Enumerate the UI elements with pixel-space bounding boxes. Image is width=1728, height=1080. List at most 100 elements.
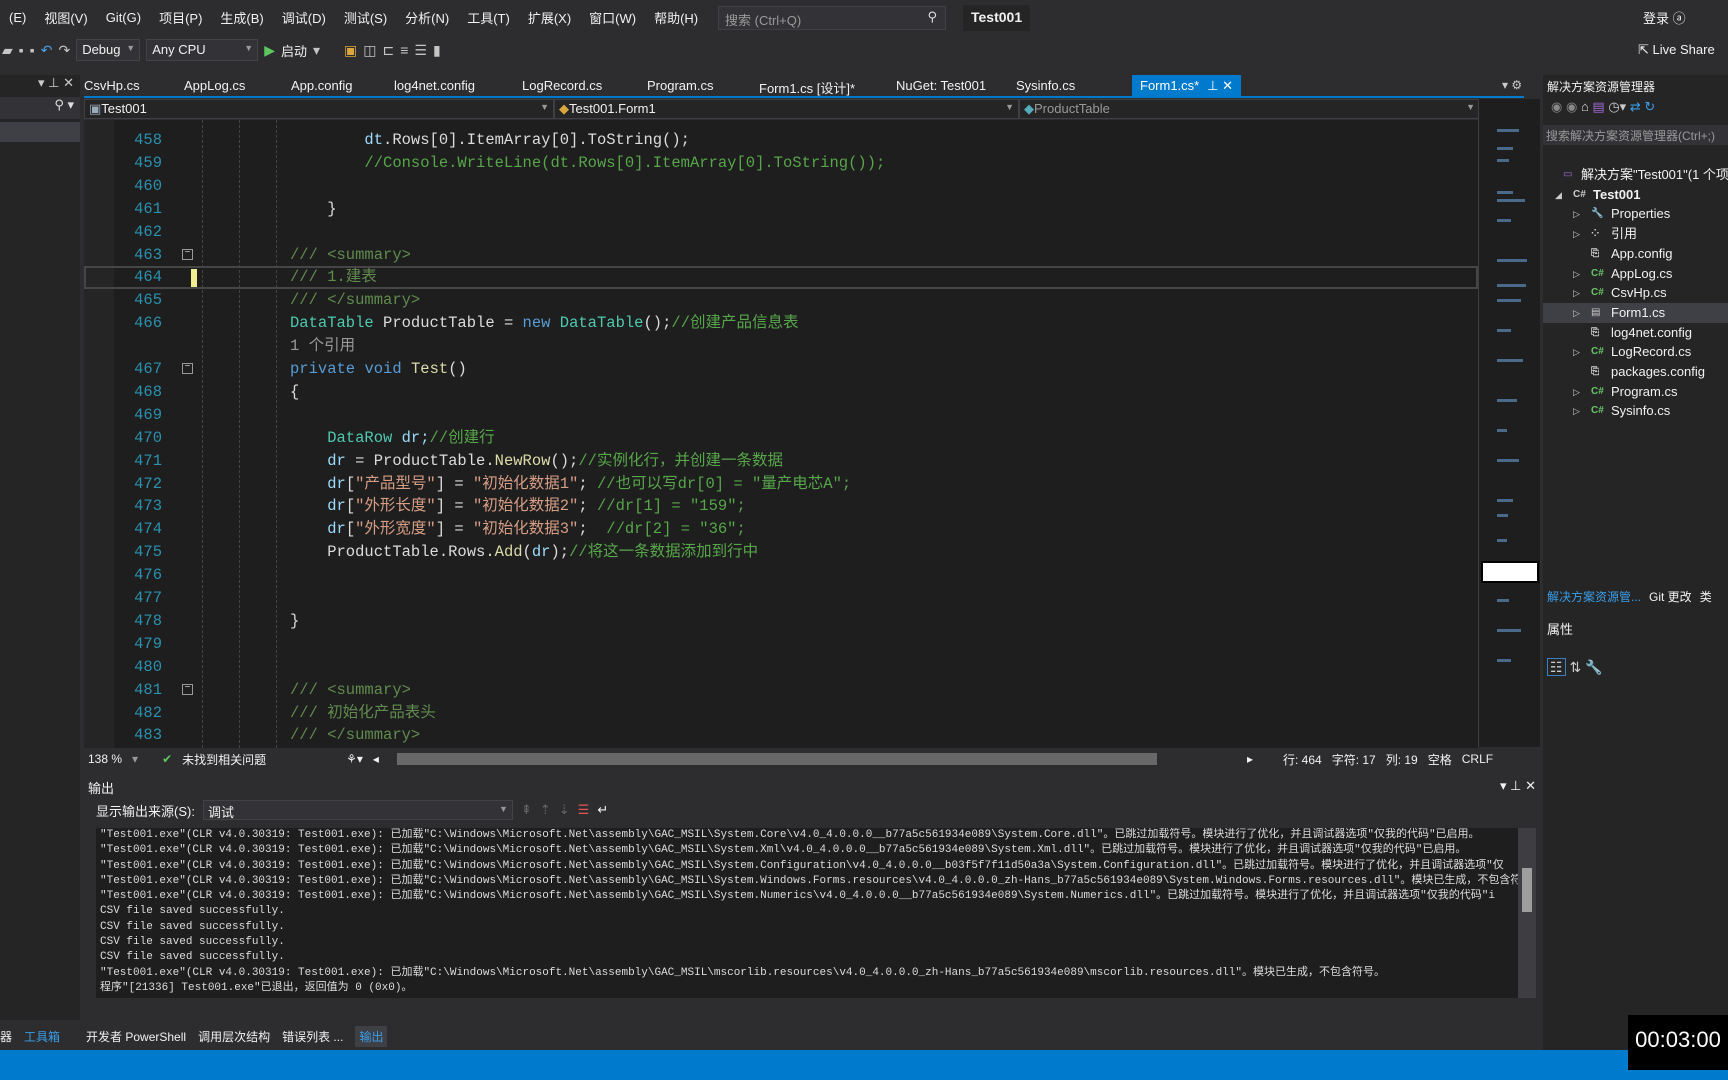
undo-icon[interactable]: ↶ — [41, 42, 53, 59]
menu-item[interactable]: 扩展(X) — [519, 8, 580, 27]
sign-in-button[interactable]: 登录 ⓐ — [1643, 8, 1686, 27]
collapse-icon[interactable]: − — [182, 683, 193, 695]
expand-icon[interactable]: ▷ — [1573, 224, 1580, 244]
project-dropdown[interactable]: ▣Test001 ▼ — [84, 99, 554, 119]
tree-item[interactable]: ▷ 🔧 Properties — [1543, 204, 1728, 224]
live-share-button[interactable]: ⇱ Live Share — [1638, 42, 1715, 58]
panel-controls[interactable]: ▾ ⊥ ✕ — [1500, 778, 1536, 796]
bottom-tab[interactable]: 错误列表 ... — [282, 1028, 343, 1045]
menu-item[interactable]: 生成(B) — [211, 8, 272, 27]
collapse-icon[interactable]: − — [182, 248, 193, 260]
tab-close-controls[interactable]: ⊥ ✕ — [1207, 75, 1242, 96]
expand-icon[interactable]: ▷ — [1573, 264, 1580, 284]
menu-item[interactable]: 分析(N) — [396, 8, 458, 27]
start-button[interactable]: 启动 — [281, 41, 307, 60]
panel-tab[interactable]: 类 — [1700, 588, 1712, 605]
menu-item[interactable]: 视图(V) — [35, 8, 96, 27]
expand-icon[interactable]: ▷ — [1573, 303, 1580, 323]
menu-item[interactable]: 项目(P) — [150, 8, 211, 27]
refresh-icon[interactable]: ↻ — [1644, 99, 1655, 114]
tab-document[interactable]: Program.cs — [647, 75, 759, 96]
line-ending[interactable]: CRLF — [1462, 752, 1493, 766]
expand-icon[interactable]: ▷ — [1573, 401, 1580, 421]
tab-document[interactable]: CsvHp.cs — [84, 75, 184, 96]
tree-item[interactable]: ▷ C# Sysinfo.cs — [1543, 401, 1728, 421]
tree-item[interactable]: ▷ C# Program.cs — [1543, 382, 1728, 402]
home-icon[interactable]: ⌂ — [1581, 99, 1589, 114]
tree-item[interactable]: ⎘ App.config — [1543, 244, 1728, 264]
property-pages-icon[interactable]: 🔧 — [1585, 659, 1602, 675]
clear-all-icon[interactable]: ☰ — [578, 802, 590, 818]
sort-alpha-icon[interactable]: ⇅ — [1569, 659, 1581, 675]
editor-vertical-scrollbar[interactable] — [1478, 99, 1540, 747]
menu-item[interactable]: 窗口(W) — [580, 8, 645, 27]
chevron-down-icon[interactable]: ▾ — [132, 752, 138, 766]
comment-icon[interactable]: ☰ — [414, 42, 427, 59]
menu-item[interactable]: 调试(D) — [273, 8, 335, 27]
switch-view-icon[interactable]: ▤ — [1592, 99, 1604, 114]
history-icon[interactable]: ◷▾ — [1608, 99, 1626, 114]
bottom-tab-left[interactable]: 工具箱 — [24, 1028, 60, 1045]
code-editor[interactable]: 458 dt.Rows[0].ItemArray[0].ToString(); 4… — [84, 120, 1478, 748]
menu-item[interactable]: 帮助(H) — [645, 8, 707, 27]
tree-item[interactable]: ▷ ▤ Form1.cs — [1543, 302, 1728, 323]
tree-item[interactable]: ▷ ⁘ 引用 — [1543, 224, 1728, 244]
expand-icon[interactable]: ▷ — [1573, 283, 1580, 303]
tab-document[interactable]: App.config — [291, 75, 394, 96]
find-message-icon[interactable]: ⇞ — [521, 802, 532, 818]
browser-icon[interactable]: ◫ — [363, 42, 376, 59]
indent-icon[interactable]: ≡ — [400, 42, 408, 58]
tab-document[interactable]: NuGet: Test001 — [896, 75, 1016, 96]
indent-mode[interactable]: 空格 — [1428, 751, 1452, 768]
menu-item[interactable]: 测试(S) — [335, 8, 396, 27]
bottom-tab[interactable]: 输出 — [355, 1025, 388, 1047]
output-text[interactable]: "Test001.exe"(CLR v4.0.30319: Test001.ex… — [96, 828, 1518, 998]
save-all-icon[interactable]: ▪ — [30, 42, 35, 58]
chevron-down-icon[interactable]: ▾ — [313, 42, 320, 59]
tree-item[interactable]: ⎘ log4net.config — [1543, 323, 1728, 343]
bottom-tab[interactable]: 调用层次结构 — [198, 1028, 270, 1045]
zoom-level[interactable]: 138 % — [88, 752, 122, 766]
back-icon[interactable]: ◉ — [1551, 99, 1562, 114]
tree-item[interactable]: ◢ C# Test001 — [1543, 185, 1728, 205]
play-icon[interactable]: ▶ — [264, 42, 275, 59]
categorized-icon[interactable]: ☷ — [1547, 658, 1566, 676]
menu-item[interactable]: Git(G) — [97, 10, 150, 25]
save-icon[interactable]: ▪ — [19, 42, 24, 58]
output-source-dropdown[interactable]: 调试 ▼ — [202, 800, 513, 820]
redo-icon[interactable]: ↷ — [58, 42, 70, 59]
class-dropdown[interactable]: ◆Test001.Form1 ▼ — [554, 99, 1019, 119]
solution-search-input[interactable]: 搜索解决方案资源管理器(Ctrl+;) — [1543, 125, 1728, 145]
scrollbar-thumb[interactable] — [1522, 868, 1532, 912]
editor-horizontal-scrollbar[interactable] — [396, 753, 1157, 765]
expand-icon[interactable]: ▷ — [1573, 342, 1580, 362]
expand-icon[interactable]: ▷ — [1573, 382, 1580, 402]
collapse-icon[interactable]: − — [182, 363, 193, 374]
tree-item[interactable]: ▷ C# LogRecord.cs — [1543, 342, 1728, 362]
tree-item[interactable]: ▭ 解决方案"Test001"(1 个项 — [1543, 165, 1728, 185]
platform-dropdown[interactable]: Any CPU ▼ — [146, 39, 259, 61]
sync-icon[interactable]: ⇄ — [1630, 99, 1641, 114]
minimap-viewport[interactable] — [1481, 561, 1539, 583]
tab-document[interactable]: LogRecord.cs — [522, 75, 647, 96]
tab-document[interactable]: AppLog.cs — [184, 75, 291, 96]
menu-item[interactable]: 工具(T) — [458, 8, 519, 27]
step-icon[interactable]: ⊏ — [382, 42, 394, 59]
next-message-icon[interactable]: ⇣ — [559, 802, 570, 818]
tree-item[interactable]: ▷ C# AppLog.cs — [1543, 264, 1728, 284]
menu-item[interactable]: (E) — [0, 10, 35, 25]
scroll-left-icon[interactable]: ◂ — [373, 752, 379, 766]
previous-message-icon[interactable]: ⇡ — [540, 802, 551, 818]
panel-tab[interactable]: 解决方案资源管... — [1547, 588, 1641, 605]
word-wrap-icon[interactable]: ↵ — [597, 802, 608, 818]
tab-document[interactable]: log4net.config — [394, 75, 522, 96]
expand-icon[interactable]: ▷ — [1573, 204, 1580, 224]
tree-item[interactable]: ▷ C# CsvHp.cs — [1543, 283, 1728, 303]
panel-tab[interactable]: Git 更改 — [1649, 588, 1692, 605]
tab-document[interactable]: Sysinfo.cs — [1016, 75, 1128, 96]
open-icon[interactable]: ▰ — [2, 42, 13, 59]
folder-search-icon[interactable]: ▣ — [344, 42, 357, 59]
search-input[interactable]: 搜索 (Ctrl+Q) ⚲ — [718, 6, 946, 30]
collapse-icon[interactable]: ◢ — [1555, 185, 1562, 205]
bookmark-icon[interactable]: ▮ — [433, 42, 441, 59]
